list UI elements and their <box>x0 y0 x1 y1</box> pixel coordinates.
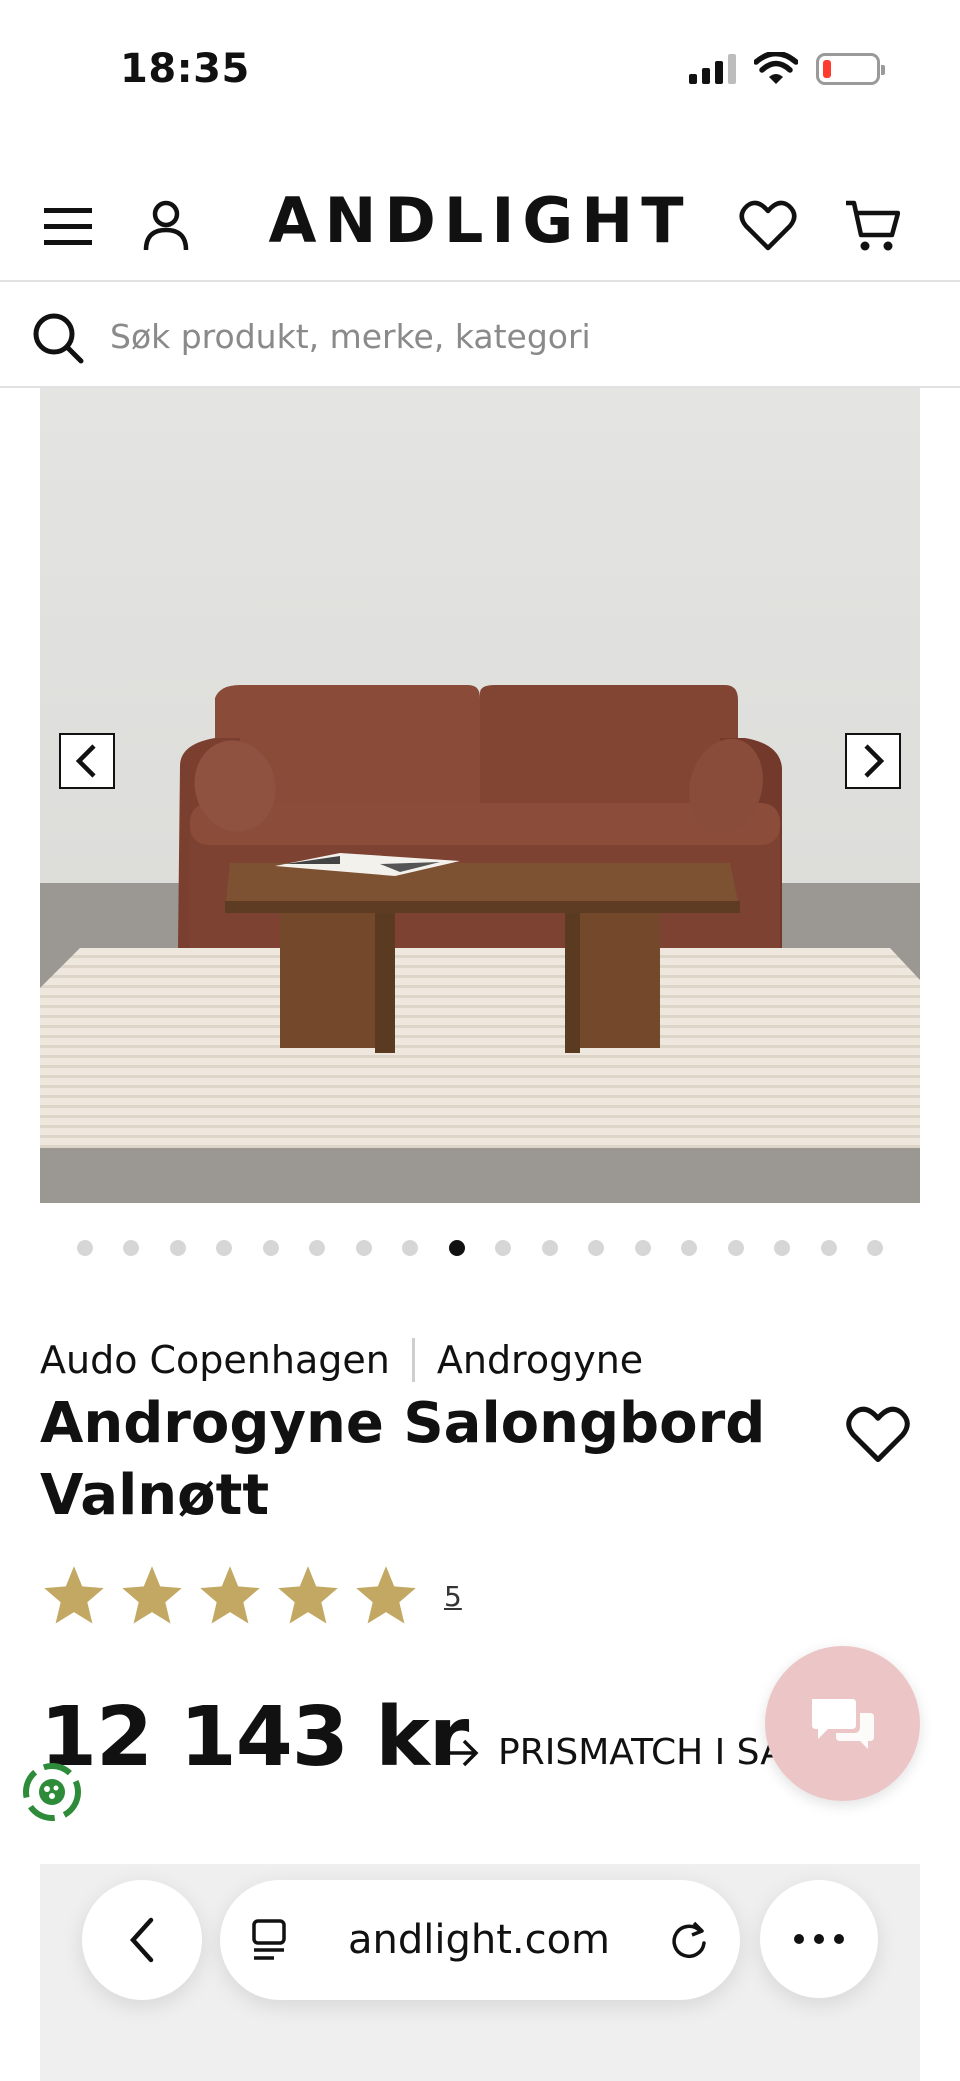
gallery-pagination <box>0 1240 960 1256</box>
chat-button[interactable] <box>765 1646 920 1801</box>
chevron-right-icon <box>864 744 885 778</box>
star-icon <box>44 1566 104 1624</box>
site-header: ANDLIGHT <box>0 170 960 282</box>
site-logo[interactable]: ANDLIGHT <box>0 184 960 257</box>
eco-badge-icon[interactable] <box>18 1758 86 1826</box>
gallery-dot[interactable] <box>820 1240 837 1256</box>
heart-icon <box>846 1406 910 1463</box>
gallery-dot[interactable] <box>355 1240 372 1256</box>
chevron-left-icon <box>75 744 96 778</box>
gallery-dot[interactable] <box>76 1240 93 1256</box>
address-bar[interactable]: andlight.com <box>220 1880 740 2000</box>
arrow-right-icon <box>440 1739 479 1766</box>
favorite-button[interactable] <box>845 1406 911 1468</box>
search-icon[interactable] <box>32 312 84 368</box>
gallery-dot[interactable] <box>123 1240 140 1256</box>
gallery-dot[interactable] <box>495 1240 512 1256</box>
chat-icon <box>811 1698 874 1749</box>
gallery-dot[interactable] <box>448 1240 465 1256</box>
gallery-dot[interactable] <box>634 1240 651 1256</box>
gallery-dot[interactable] <box>774 1240 791 1256</box>
status-time: 18:35 <box>120 46 250 92</box>
star-icon <box>278 1566 338 1624</box>
gallery-prev-button[interactable] <box>59 733 115 789</box>
collection-name[interactable]: Androgyne <box>437 1338 643 1382</box>
rating[interactable]: 5 <box>40 1562 462 1630</box>
product-image[interactable] <box>40 388 920 1203</box>
heart-icon[interactable] <box>738 196 798 256</box>
gallery-dot[interactable] <box>262 1240 279 1256</box>
product-photo <box>40 388 920 1203</box>
search-bar <box>0 284 960 388</box>
brand-line: Audo Copenhagen Androgyne <box>40 1338 643 1382</box>
review-count[interactable]: 5 <box>444 1580 462 1613</box>
more-icon <box>794 1934 844 1944</box>
gallery-dot[interactable] <box>169 1240 186 1256</box>
brand-name[interactable]: Audo Copenhagen <box>40 1338 390 1382</box>
star-icon <box>122 1566 182 1624</box>
reload-icon[interactable] <box>668 1919 710 1961</box>
gallery-dot[interactable] <box>216 1240 233 1256</box>
star-icon <box>200 1566 260 1624</box>
page-menu-icon[interactable] <box>250 1918 290 1962</box>
gallery-dot[interactable] <box>867 1240 884 1256</box>
status-bar: 18:35 <box>0 0 960 140</box>
gallery-dot[interactable] <box>309 1240 326 1256</box>
gallery-dot[interactable] <box>727 1240 744 1256</box>
url-text[interactable]: andlight.com <box>290 1917 668 1963</box>
product-price: 12 143 kr <box>40 1690 469 1785</box>
search-input[interactable] <box>110 304 910 368</box>
cart-icon[interactable] <box>842 196 902 256</box>
gallery-dot[interactable] <box>402 1240 419 1256</box>
star-icon <box>356 1566 416 1624</box>
wifi-icon <box>754 52 798 84</box>
gallery-next-button[interactable] <box>845 733 901 789</box>
brand-separator <box>411 1338 415 1382</box>
browser-back-button[interactable] <box>82 1880 202 2000</box>
gallery-dot[interactable] <box>681 1240 698 1256</box>
chevron-left-icon <box>129 1917 154 1963</box>
gallery-dot[interactable] <box>541 1240 558 1256</box>
cellular-signal-icon <box>689 54 736 84</box>
gallery-dot[interactable] <box>588 1240 605 1256</box>
product-title: Androgyne Salongbord Valnøtt <box>40 1391 766 1528</box>
browser-more-button[interactable] <box>760 1880 878 1998</box>
status-icons <box>689 52 885 86</box>
battery-icon <box>816 53 885 85</box>
browser-toolbar: andlight.com <box>0 1880 960 2000</box>
